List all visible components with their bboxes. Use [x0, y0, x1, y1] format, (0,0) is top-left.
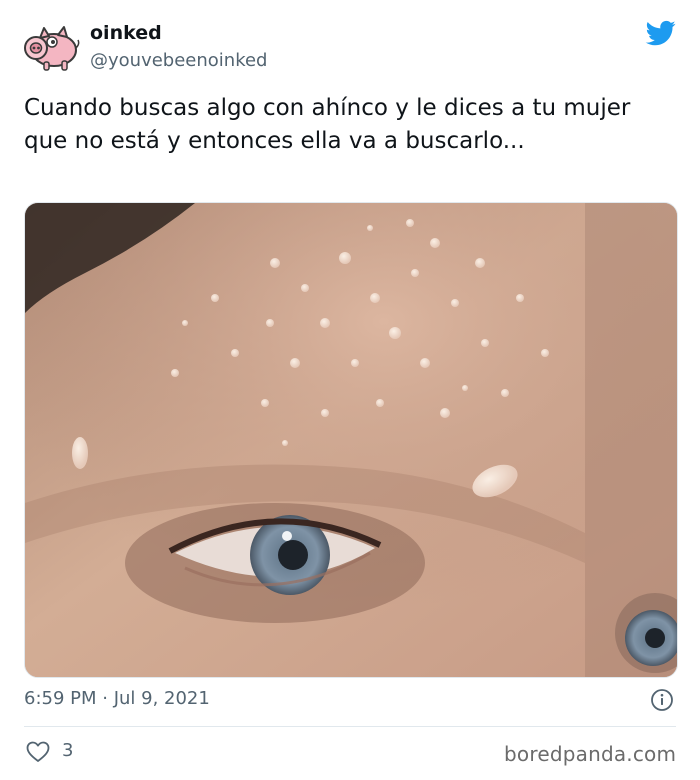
user-handle[interactable]: @youvebeenoinked	[90, 50, 268, 71]
tweet-timestamp[interactable]: 6:59 PM · Jul 9, 2021	[24, 688, 210, 709]
like-count: 3	[62, 740, 74, 761]
divider	[24, 726, 676, 727]
tweet-card: oinked @youvebeenoinked Cuando buscas al…	[0, 0, 700, 780]
tweet-text: Cuando buscas algo con ahínco y le dices…	[24, 92, 664, 158]
heart-icon[interactable]	[26, 741, 50, 763]
tweet-media-image[interactable]	[24, 202, 678, 678]
tweet-text-line-1: Cuando buscas algo con ahínco y le dices…	[24, 95, 631, 121]
pig-avatar-icon[interactable]	[22, 24, 80, 72]
display-name[interactable]: oinked	[90, 22, 162, 44]
watermark: boredpanda.com	[504, 742, 677, 766]
twitter-bird-icon[interactable]	[644, 18, 678, 48]
info-icon[interactable]	[650, 688, 674, 712]
tweet-text-line-2: que no está y entonces ella va a buscarl…	[24, 128, 525, 154]
